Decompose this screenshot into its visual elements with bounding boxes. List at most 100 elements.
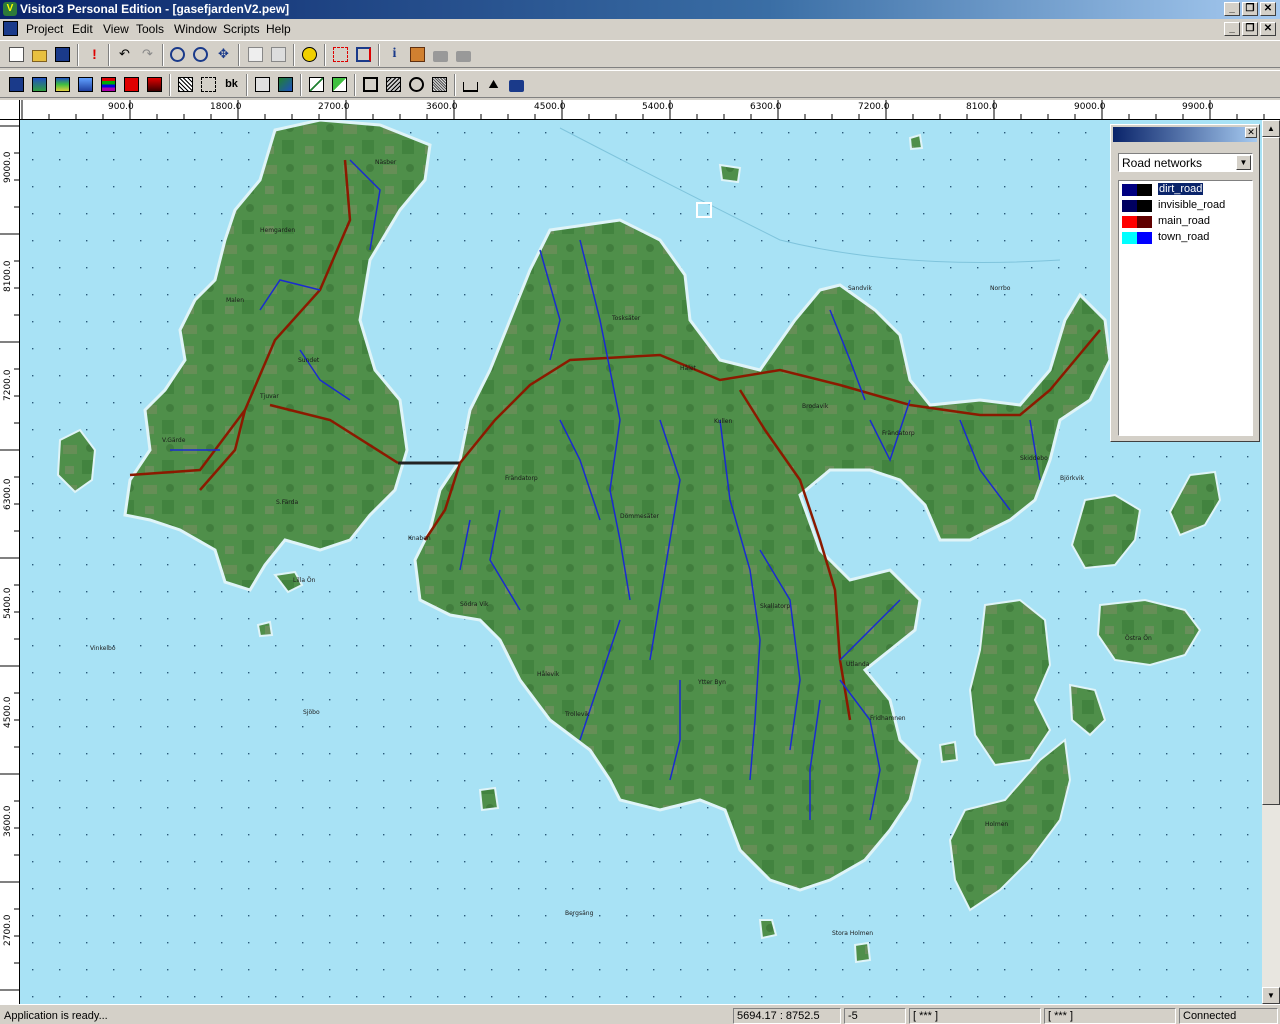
texture-icon[interactable] — [429, 74, 450, 95]
legend-item-invisible-road[interactable]: invisible_road — [1122, 199, 1250, 213]
map-label: Kullen — [714, 418, 732, 425]
scroll-down-button[interactable]: ▼ — [1262, 987, 1280, 1004]
select-icon[interactable] — [330, 44, 351, 65]
svg-text:Malen: Malen — [226, 297, 244, 304]
marquee-icon[interactable] — [198, 74, 219, 95]
new-file-icon[interactable] — [6, 44, 27, 65]
map-icon[interactable] — [252, 74, 273, 95]
layer-blue-icon[interactable] — [6, 74, 27, 95]
delete-icon[interactable] — [268, 44, 289, 65]
lock-tool-icon[interactable] — [506, 74, 527, 95]
properties-icon[interactable] — [245, 44, 266, 65]
menu-tools[interactable]: Tools — [136, 22, 164, 36]
layer-group-select[interactable]: Road networks ▼ — [1118, 153, 1253, 172]
edit-icon[interactable] — [407, 44, 428, 65]
redo-icon[interactable]: ↷ — [137, 44, 158, 65]
map-label: Frändatorp — [505, 475, 538, 482]
map-label: Näsber — [375, 159, 397, 166]
map-label: Sandvik — [848, 285, 872, 292]
hatch-icon[interactable] — [175, 74, 196, 95]
layer-terrain-icon[interactable] — [29, 74, 50, 95]
legend-label: dirt_road — [1156, 182, 1205, 196]
layer-icon[interactable] — [353, 44, 374, 65]
unlock-icon[interactable] — [453, 44, 474, 65]
map-label: Norrbo — [990, 285, 1011, 292]
legend-item-town-road[interactable]: town_road — [1122, 231, 1250, 245]
document-icon[interactable] — [3, 21, 18, 36]
lock-icon[interactable] — [430, 44, 451, 65]
menu-scripts[interactable]: Scripts — [223, 22, 260, 36]
ruler-corner — [0, 100, 20, 120]
map-canvas[interactable]: Näsber Hemgarden Malen Sundet Tjuvar V.G… — [20, 120, 1262, 1004]
diagonal-icon[interactable] — [329, 74, 350, 95]
legend-close-button[interactable]: ✕ — [1245, 127, 1257, 138]
map-label: Hemgarden — [260, 227, 295, 234]
legend-label: invisible_road — [1158, 199, 1226, 211]
rect-icon[interactable] — [360, 74, 381, 95]
zoom-in-icon[interactable] — [167, 44, 188, 65]
scroll-up-button[interactable]: ▲ — [1262, 120, 1280, 137]
map-label: Ytter Byn — [697, 679, 726, 686]
radiation-icon[interactable] — [299, 44, 320, 65]
main-toolbar: ! ↶ ↷ ✥ i — [0, 40, 1280, 68]
doc-restore-button[interactable]: ❐ — [1242, 22, 1258, 36]
legend-item-dirt-road[interactable]: dirt_road — [1122, 182, 1250, 197]
map-label: Hålevik — [537, 671, 560, 678]
circle-icon[interactable] — [406, 74, 427, 95]
save-icon[interactable] — [52, 44, 73, 65]
doc-minimize-button[interactable]: _ — [1224, 22, 1240, 36]
ruler-icon[interactable] — [460, 74, 481, 95]
info-icon[interactable]: i — [384, 44, 405, 65]
svg-text:Lilla Ön: Lilla Ön — [293, 577, 316, 584]
layer-water-icon[interactable] — [75, 74, 96, 95]
chevron-down-icon[interactable]: ▼ — [1236, 155, 1251, 170]
islet — [938, 740, 959, 764]
map-label: Skiddebo — [1020, 455, 1048, 462]
exclamation-icon[interactable]: ! — [84, 44, 105, 65]
map-label: Trollevik — [564, 711, 590, 718]
layer-darkred-icon[interactable] — [144, 74, 165, 95]
undo-icon[interactable]: ↶ — [114, 44, 135, 65]
bk-button[interactable]: bk — [221, 74, 242, 95]
doc-close-button[interactable]: ✕ — [1260, 22, 1276, 36]
restore-button[interactable]: ❐ — [1242, 2, 1258, 16]
map-label: Frändatorp — [882, 430, 915, 437]
layer-landscape-icon[interactable] — [52, 74, 73, 95]
svg-text:Trollevik: Trollevik — [564, 711, 590, 718]
scroll-thumb[interactable] — [1262, 137, 1280, 805]
legend-item-main-road[interactable]: main_road — [1122, 215, 1250, 229]
legend-list[interactable]: dirt_road invisible_road main_road town_… — [1118, 180, 1253, 436]
map-label: Fridhamnen — [870, 715, 906, 722]
menu-bar: Project Edit View Tools Window Scripts H… — [0, 19, 1280, 39]
open-folder-icon[interactable] — [29, 44, 50, 65]
pan-icon[interactable]: ✥ — [213, 44, 234, 65]
svg-text:Utlanda: Utlanda — [846, 661, 870, 668]
menu-edit[interactable]: Edit — [72, 22, 93, 36]
status-coordinates: 5694.17 : 8752.5 — [733, 1008, 841, 1024]
svg-text:Sundet: Sundet — [298, 357, 320, 364]
ruler-top-label: 8100.0 — [966, 102, 998, 112]
profile-icon[interactable]: ⛰ — [483, 74, 504, 95]
line-graph-icon[interactable] — [306, 74, 327, 95]
layer-red-icon[interactable] — [121, 74, 142, 95]
menu-window[interactable]: Window — [174, 22, 217, 36]
map-label: Utlanda — [846, 661, 870, 668]
pattern-icon[interactable] — [383, 74, 404, 95]
close-button[interactable]: ✕ — [1260, 2, 1276, 16]
map-label: Hålet — [680, 365, 697, 372]
menu-help[interactable]: Help — [266, 22, 291, 36]
menu-view[interactable]: View — [103, 22, 129, 36]
legend-label: town_road — [1158, 231, 1210, 243]
minimize-button[interactable]: _ — [1224, 2, 1240, 16]
map-label: Södra Vik — [460, 601, 489, 608]
vertical-scrollbar[interactable]: ▲ ▼ — [1262, 120, 1280, 1004]
app-icon[interactable]: V — [3, 2, 17, 16]
menu-project[interactable]: Project — [26, 22, 63, 36]
ruler-left-label: 9000.0 — [3, 151, 13, 184]
layer-bands-icon[interactable] — [98, 74, 119, 95]
zoom-out-icon[interactable] — [190, 44, 211, 65]
legend-title-bar[interactable] — [1113, 127, 1257, 142]
islet — [256, 620, 274, 638]
terrain-icon[interactable] — [275, 74, 296, 95]
map-view[interactable]: Näsber Hemgarden Malen Sundet Tjuvar V.G… — [20, 120, 1262, 1004]
